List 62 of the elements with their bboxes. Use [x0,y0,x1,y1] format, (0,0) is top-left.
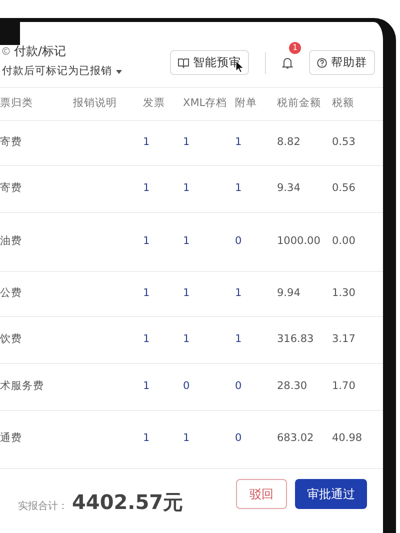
table-cell: 9.94 [277,271,332,316]
copyright-icon [2,47,10,55]
table-cell: 3.17 [332,316,383,363]
help-group-button[interactable]: 帮助群 [309,50,375,76]
table-cell[interactable]: 1 [235,316,277,363]
table-cell[interactable]: 1 [143,120,183,165]
approve-button[interactable]: 审批通过 [295,478,367,508]
table-cell[interactable]: 1 [183,212,235,271]
table-cell[interactable]: 1 [183,120,235,165]
book-icon [178,58,189,68]
table-cell: 饮费 [0,316,73,363]
table-cell: 316.83 [277,316,332,363]
table-cell: 1.30 [332,271,383,316]
table-cell[interactable]: 1 [235,271,277,316]
table-cell[interactable]: 0 [235,363,277,410]
table-cell: 8.82 [277,120,332,165]
table-cell: 28.30 [277,363,332,410]
reject-button[interactable]: 驳回 [236,478,287,508]
table-cell[interactable]: 1 [183,165,235,212]
table-cell[interactable]: 1 [183,316,235,363]
table-cell[interactable]: 1 [235,120,277,165]
total-label: 实报合计： [18,500,68,514]
column-header: 税额 [332,88,383,120]
table-cell[interactable]: 1 [143,316,183,363]
table-cell[interactable]: 0 [183,363,235,410]
column-header: 附单 [235,88,277,120]
table-cell: 油费 [0,212,73,271]
table-cell: 9.34 [277,165,332,212]
table-cell[interactable]: 1 [143,212,183,271]
table-cell: 寄费 [0,165,73,212]
bell-icon[interactable] [282,57,293,70]
caret-icon[interactable] [116,70,122,74]
table-cell: 1.70 [332,363,383,410]
column-header: 票归类 [0,88,73,120]
table-cell: 683.02 [277,410,332,468]
status-dropdown[interactable]: 付款后可标记为已报销 [2,64,112,80]
table-cell[interactable]: 1 [143,410,183,468]
table-cell: 40.98 [332,410,383,468]
table-cell[interactable]: 1 [143,165,183,212]
notification-badge: 1 [289,42,301,54]
table-cell: 0.56 [332,165,383,212]
column-header: 税前金额 [277,88,332,120]
table-cell: 0.00 [332,212,383,271]
table-cell: 术服务费 [0,363,73,410]
table-cell: 寄费 [0,120,73,165]
total-amount: 4402.57元 [72,488,184,516]
help-icon [317,58,327,68]
table-cell[interactable]: 1 [235,165,277,212]
column-header: 报销说明 [73,88,143,120]
table-cell[interactable]: 1 [183,410,235,468]
table-cell: 0.53 [332,120,383,165]
column-header: 发票 [143,88,183,120]
table-cell[interactable]: 1 [183,271,235,316]
page-title: 付款/标记 [14,43,66,60]
table-cell: 公费 [0,271,73,316]
table-cell[interactable]: 1 [143,363,183,410]
table-cell[interactable]: 0 [235,212,277,271]
table-cell: 通费 [0,410,73,468]
table-cell: 1000.00 [277,212,332,271]
column-header: XML存档 [183,88,235,120]
table-cell[interactable]: 1 [143,271,183,316]
table-cell[interactable]: 0 [235,410,277,468]
